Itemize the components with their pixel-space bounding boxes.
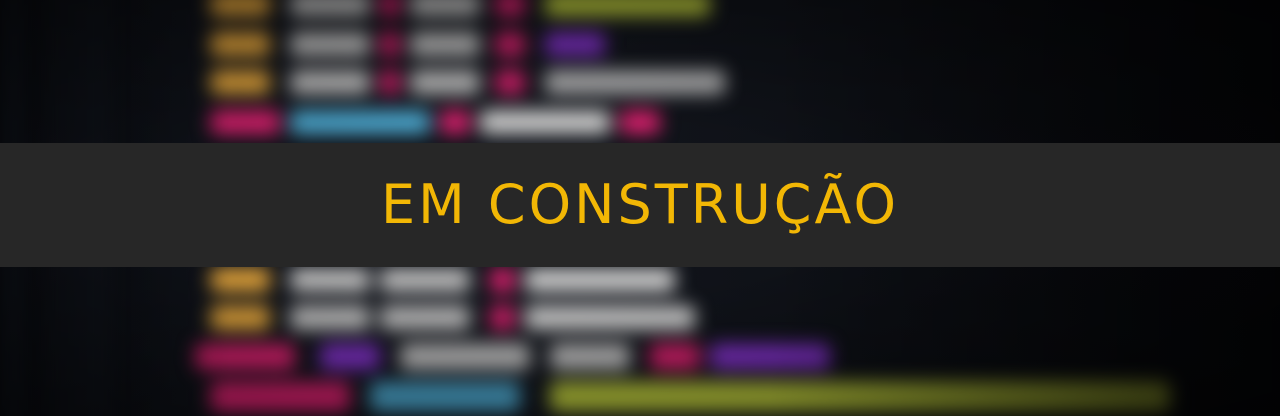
construction-banner: EM CONSTRUÇÃO: [0, 143, 1280, 267]
banner-title: EM CONSTRUÇÃO: [381, 173, 899, 236]
